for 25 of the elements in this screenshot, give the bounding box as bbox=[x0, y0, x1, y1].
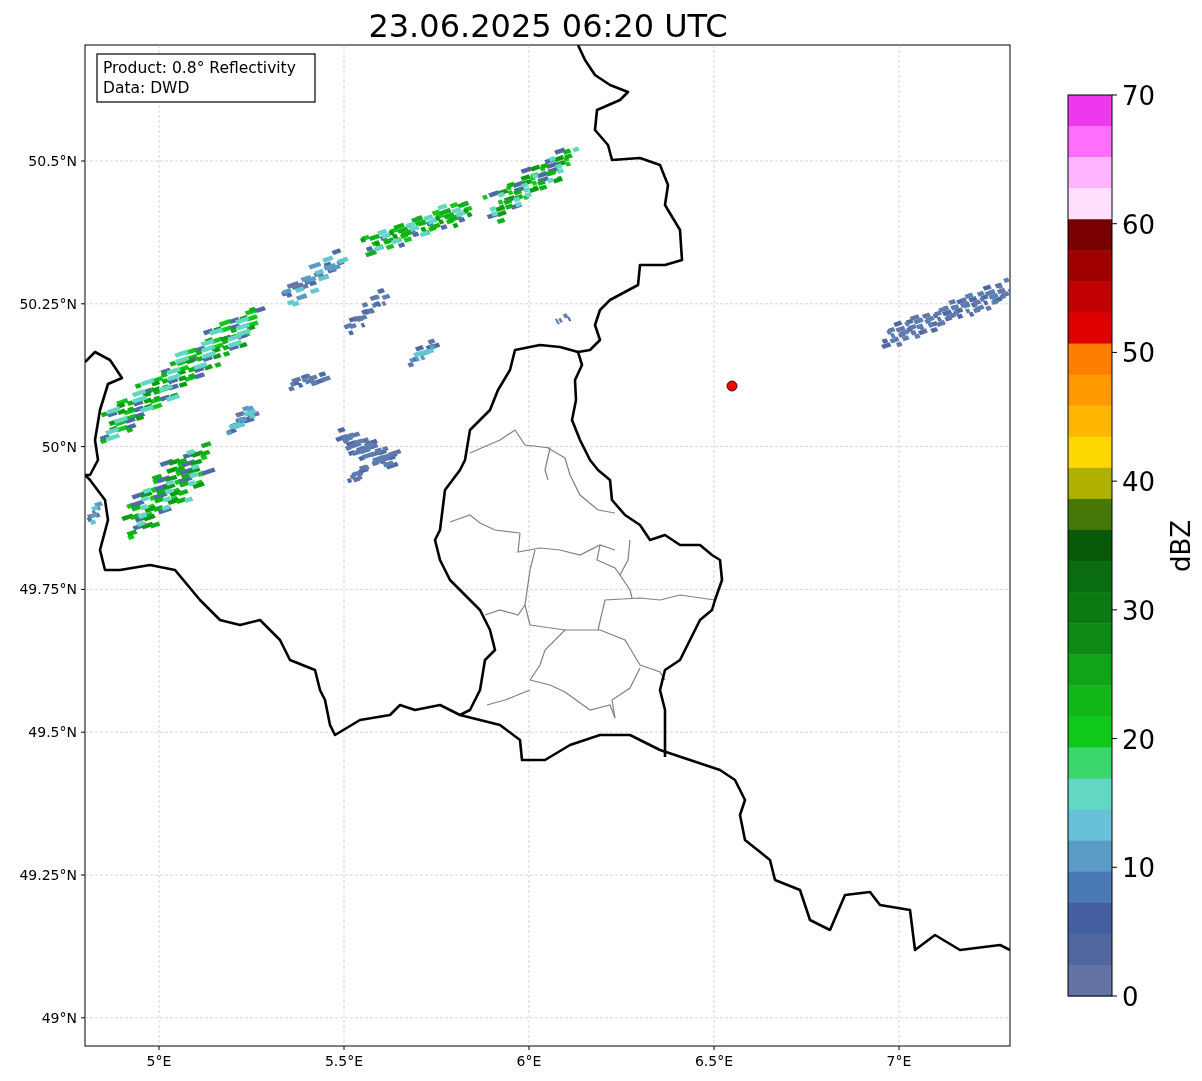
y-tick-label: 49.25°N bbox=[19, 867, 77, 883]
y-tick-label: 50.5°N bbox=[28, 153, 77, 169]
info-text: Product: 0.8° Reflectivity bbox=[103, 59, 296, 77]
y-tick-label: 50°N bbox=[41, 438, 77, 455]
y-tick-label: 49.75°N bbox=[19, 581, 77, 598]
colorbar-tick-label: 70 bbox=[1122, 81, 1156, 111]
colorbar-label: dBZ bbox=[1166, 519, 1196, 573]
x-tick-label: 6°E bbox=[516, 1053, 542, 1069]
colorbar-tick-label: 20 bbox=[1122, 724, 1156, 755]
colorbar-tick-label: 10 bbox=[1122, 853, 1156, 884]
chart-title: 23.06.2025 06:20 UTC bbox=[368, 7, 728, 45]
colorbar-tick-label: 40 bbox=[1122, 467, 1156, 498]
colorbar-tick-label: 0 bbox=[1122, 982, 1139, 1012]
y-tick-label: 49.5°N bbox=[28, 724, 77, 741]
x-tick-label: 6.5°E bbox=[694, 1053, 734, 1069]
location-marker bbox=[726, 380, 738, 392]
y-tick-label: 50.25°N bbox=[19, 295, 77, 312]
colorbar-tick-label: 30 bbox=[1122, 595, 1156, 626]
info-text: Data: DWD bbox=[103, 79, 190, 97]
colorbar-tick-label: 60 bbox=[1122, 209, 1156, 240]
y-tick-label: 49°N bbox=[41, 1009, 77, 1026]
x-tick-label: 7°E bbox=[886, 1053, 912, 1069]
x-tick-label: 5°E bbox=[146, 1053, 172, 1069]
colorbar-tick-label: 50 bbox=[1122, 338, 1156, 369]
x-tick-label: 5.5°E bbox=[324, 1053, 364, 1069]
